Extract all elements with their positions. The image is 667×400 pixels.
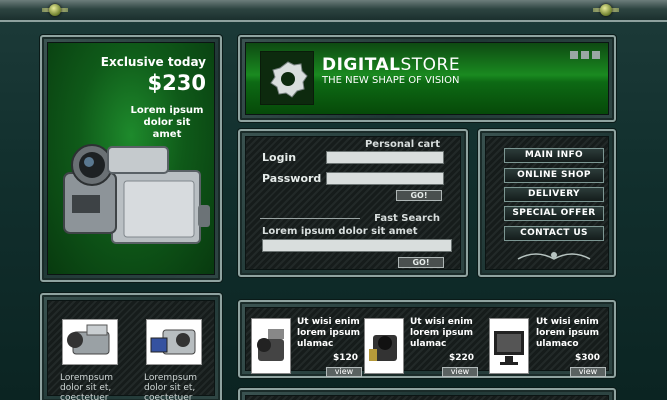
login-label: Login xyxy=(262,151,297,164)
product-image[interactable] xyxy=(489,318,529,374)
brand-name-bold: DIGITAL xyxy=(322,55,401,75)
product-price: $220 xyxy=(448,353,474,363)
header-square-decoration xyxy=(581,51,589,59)
product-price: $120 xyxy=(332,353,358,363)
login-go-button[interactable]: GO! xyxy=(396,190,442,201)
camcorder-icon xyxy=(369,335,397,361)
products-panel: Ut wisi enim lorem ipsum ulamac $120 vie… xyxy=(238,300,616,378)
product-view-button[interactable]: view xyxy=(442,367,478,377)
thumbs-inner: Lorempsum dolor sit et, coectetuer Lorem… xyxy=(47,300,215,400)
product-title: Ut wisi enim lorem ipsum ulamaco xyxy=(536,317,599,349)
password-label: Password xyxy=(262,172,322,185)
product-title: Ut wisi enim lorem ipsum ulamac xyxy=(410,317,473,349)
brand-name-rest: STORE xyxy=(400,55,461,75)
header-square-decoration xyxy=(592,51,600,59)
bottom-panel xyxy=(238,388,616,400)
cart-title: Personal cart xyxy=(364,139,440,150)
hinge-decoration-left xyxy=(42,2,68,20)
exclusive-title: Exclusive today xyxy=(100,55,206,69)
thumb-item[interactable] xyxy=(62,319,118,365)
cart-inner: Personal cart Login Password GO! Fast Se… xyxy=(245,136,461,270)
menu-contact-us[interactable]: CONTACT US xyxy=(504,226,604,241)
menu-online-shop[interactable]: ONLINE SHOP xyxy=(504,168,604,183)
top-bar xyxy=(0,0,667,22)
product-title: Ut wisi enim lorem ipsum ulamac xyxy=(297,317,360,349)
brand-tagline: THE NEW SHAPE OF VISION xyxy=(322,75,460,86)
thumb-caption: Lorempsum dolor sit et, coectetuer xyxy=(144,373,198,400)
store-header: DIGITALSTORE THE NEW SHAPE OF VISION xyxy=(238,35,616,122)
hinge-decoration-right xyxy=(593,2,619,20)
camcorder-icon xyxy=(150,329,196,355)
search-input[interactable] xyxy=(262,239,452,252)
logo[interactable] xyxy=(260,51,314,105)
menu-main-info[interactable]: MAIN INFO xyxy=(504,148,604,163)
search-description: Lorem ipsum dolor sit amet xyxy=(262,226,418,237)
main-menu-panel: MAIN INFO ONLINE SHOP DELIVERY SPECIAL O… xyxy=(478,129,616,277)
fast-search-title: Fast Search xyxy=(374,213,440,224)
products-inner: Ut wisi enim lorem ipsum ulamac $120 vie… xyxy=(245,307,609,377)
login-input[interactable] xyxy=(326,151,444,164)
product-price: $300 xyxy=(574,353,600,363)
header-banner: DIGITALSTORE THE NEW SHAPE OF VISION xyxy=(245,42,609,115)
featured-thumbs-panel: Lorempsum dolor sit et, coectetuer Lorem… xyxy=(40,293,222,400)
password-input[interactable] xyxy=(326,172,444,185)
product-image[interactable] xyxy=(364,318,404,374)
exclusive-description: Lorem ipsum dolor sit amet xyxy=(130,105,204,140)
product-view-button[interactable]: view xyxy=(326,367,362,377)
menu-inner: MAIN INFO ONLINE SHOP DELIVERY SPECIAL O… xyxy=(485,136,609,270)
bottom-panel-inner xyxy=(245,395,609,400)
camcorder-icon xyxy=(257,329,284,361)
header-square-decoration xyxy=(570,51,578,59)
brand-name: DIGITALSTORE xyxy=(322,55,460,75)
exclusive-price: $230 xyxy=(147,71,206,95)
thumb-item[interactable] xyxy=(146,319,202,365)
thumb-caption: Lorempsum dolor sit et, coectetuer xyxy=(60,373,114,400)
camcorder-icon xyxy=(67,324,110,355)
product-view-button[interactable]: view xyxy=(570,367,606,377)
camcorder-image[interactable] xyxy=(62,143,212,263)
monitor-icon xyxy=(494,331,524,365)
gear-logo-icon xyxy=(270,61,308,98)
menu-special-offer[interactable]: SPECIAL OFFER xyxy=(504,206,604,221)
ornament-icon xyxy=(517,252,591,260)
exclusive-offer-panel: Exclusive today $230 Lorem ipsum dolor s… xyxy=(40,35,222,282)
search-go-button[interactable]: GO! xyxy=(398,257,444,268)
product-image[interactable] xyxy=(251,318,291,374)
search-divider xyxy=(260,218,360,219)
exclusive-offer-inner: Exclusive today $230 Lorem ipsum dolor s… xyxy=(47,42,215,275)
menu-delivery[interactable]: DELIVERY xyxy=(504,187,604,202)
personal-cart-panel: Personal cart Login Password GO! Fast Se… xyxy=(238,129,468,277)
